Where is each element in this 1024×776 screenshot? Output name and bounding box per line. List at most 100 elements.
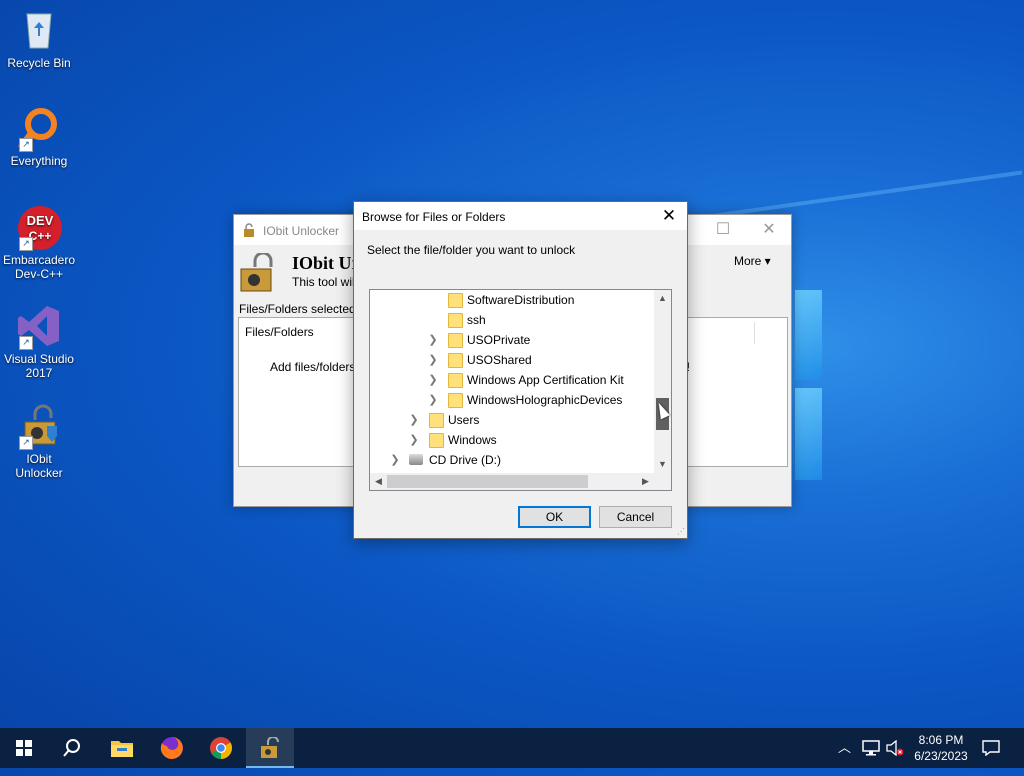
chevron-right-icon[interactable]: ❯ [390, 450, 400, 470]
folder-icon [448, 293, 463, 308]
folder-icon [448, 313, 463, 328]
shortcut-arrow-icon: ↗ [19, 138, 33, 152]
chevron-right-icon[interactable]: ❯ [428, 370, 438, 390]
windows-logo-pane [795, 290, 822, 380]
volume-muted-icon[interactable] [886, 728, 904, 768]
column-header-files[interactable]: Files/Folders [245, 325, 314, 339]
taskbar-firefox[interactable] [148, 728, 196, 768]
desktop-icon-label: Recycle Bin [7, 56, 71, 70]
tree-item[interactable]: ❯ Windows [370, 430, 654, 450]
folder-tree[interactable]: SoftwareDistribution ssh ❯ USOPrivate ❯ … [369, 289, 672, 491]
folder-icon [448, 353, 463, 368]
browse-dialog: Browse for Files or Folders ✕ Select the… [353, 201, 688, 539]
tree-item[interactable]: ❯ USOShared [370, 350, 654, 370]
resize-grip-icon[interactable]: ⋰ [677, 528, 685, 536]
tree-item-label: WindowsHolographicDevices [467, 393, 623, 407]
desktop-icon-label: IObit Unlocker [15, 452, 63, 480]
recycle-bin-icon [17, 8, 61, 52]
scroll-left-icon[interactable]: ◀ [370, 473, 387, 490]
clock-date: 6/23/2023 [914, 749, 968, 763]
scroll-right-icon[interactable]: ▶ [637, 473, 654, 490]
unlocker-logo-icon [239, 251, 275, 293]
chevron-right-icon[interactable]: ❯ [409, 410, 419, 430]
folder-icon [429, 413, 444, 428]
vertical-scrollbar[interactable]: ▲ ▼ [654, 290, 671, 473]
chrome-icon [210, 737, 232, 759]
folder-icon [429, 433, 444, 448]
search-icon [63, 739, 80, 757]
desktop-icon-visual-studio[interactable]: ↗ Visual Studio 2017 [1, 304, 77, 380]
tree-item-label: USOShared [467, 353, 532, 367]
horizontal-scrollbar[interactable]: ◀ ▶ [370, 473, 654, 490]
taskbar-chrome[interactable] [197, 728, 245, 768]
chevron-right-icon[interactable]: ❯ [428, 390, 438, 410]
tree-item[interactable]: SoftwareDistribution [370, 290, 654, 310]
tree-item[interactable]: ❯ WindowsHolographicDevices [370, 390, 654, 410]
cancel-button[interactable]: Cancel [599, 506, 672, 528]
shortcut-arrow-icon: ↗ [19, 336, 33, 350]
scroll-down-icon[interactable]: ▼ [654, 456, 671, 473]
file-explorer-icon [111, 741, 133, 757]
shortcut-arrow-icon: ↗ [19, 237, 33, 251]
start-button[interactable] [0, 728, 48, 768]
cd-drive-icon [409, 454, 423, 465]
show-hidden-icons-chevron-icon[interactable]: ︿ [838, 728, 851, 768]
tree-item-label: CD Drive (D:) [429, 453, 501, 467]
folder-icon [448, 333, 463, 348]
taskbar-file-explorer[interactable] [98, 728, 146, 768]
files-section-label: Files/Folders selected [239, 302, 356, 316]
tree-item[interactable]: ❯ Users [370, 410, 654, 430]
dialog-title: Browse for Files or Folders [362, 210, 506, 224]
dialog-titlebar[interactable]: Browse for Files or Folders ✕ [354, 202, 687, 230]
desktop-icon-label: Embarcadero Dev-C++ [2, 253, 76, 281]
window-title: IObit Unlocker [263, 224, 340, 238]
chevron-right-icon[interactable]: ❯ [428, 330, 438, 350]
tree-item-label: Windows App Certification Kit [467, 373, 624, 387]
tree-item[interactable]: ❯ Windows App Certification Kit [370, 370, 654, 390]
shortcut-arrow-icon: ↗ [19, 436, 33, 450]
tree-item[interactable]: ssh [370, 310, 654, 330]
tree-item-label: ssh [467, 313, 486, 327]
notifications-icon[interactable] [982, 728, 1000, 768]
network-icon[interactable] [862, 728, 880, 768]
chevron-right-icon[interactable]: ❯ [409, 430, 419, 450]
tree-item-label: SoftwareDistribution [467, 293, 575, 307]
more-menu-button[interactable]: More ▾ [734, 254, 771, 268]
taskbar-iobit-unlocker[interactable] [246, 728, 294, 768]
app-heading: IObit Ur [292, 253, 360, 273]
empty-list-hint: Add files/folders t [270, 360, 363, 374]
app-subtitle: This tool will [292, 275, 358, 289]
scroll-up-icon[interactable]: ▲ [654, 290, 671, 307]
tree-item[interactable]: ❯ USOPrivate [370, 330, 654, 350]
tree-item[interactable]: ❯ CD Drive (D:) [370, 450, 654, 470]
folder-icon [448, 393, 463, 408]
desktop-icon-iobit-unlocker[interactable]: ↗ IObit Unlocker [1, 404, 77, 480]
desktop-icon-label: Everything [10, 154, 68, 168]
close-icon[interactable]: ✕ [754, 219, 784, 241]
desktop-icon-recycle-bin[interactable]: Recycle Bin [1, 8, 77, 70]
scrollbar-thumb[interactable] [387, 475, 588, 488]
everything-search-icon: ↗ [17, 106, 61, 152]
scrollbar-corner [654, 473, 671, 490]
desktop-icon-everything[interactable]: ↗ Everything [1, 106, 77, 168]
search-button[interactable] [48, 728, 96, 768]
lock-icon [242, 223, 256, 237]
ok-button[interactable]: OK [518, 506, 591, 528]
visual-studio-icon: ↗ [17, 304, 61, 350]
desktop-icon-label: Visual Studio 2017 [4, 352, 74, 380]
folder-icon [448, 373, 463, 388]
close-icon[interactable]: ✕ [657, 205, 681, 227]
windows-start-icon [16, 740, 32, 756]
windows-logo-pane [795, 388, 822, 480]
maximize-icon[interactable]: ☐ [708, 219, 738, 241]
iobit-unlocker-icon: ↗ [17, 404, 61, 450]
dialog-prompt: Select the file/folder you want to unloc… [367, 243, 576, 257]
chevron-right-icon[interactable]: ❯ [428, 350, 438, 370]
tree-item-label: USOPrivate [467, 333, 531, 347]
taskbar: ︿ 8:06 PM 6/23/2023 [0, 728, 1024, 768]
tree-item-label: Windows [448, 433, 497, 447]
iobit-unlocker-icon [261, 736, 279, 758]
desktop-icon-devcpp[interactable]: DEV C++ ↗ Embarcadero Dev-C++ [1, 205, 77, 281]
taskbar-clock[interactable]: 8:06 PM 6/23/2023 [906, 732, 976, 764]
devcpp-icon: DEV C++ ↗ [17, 205, 62, 251]
